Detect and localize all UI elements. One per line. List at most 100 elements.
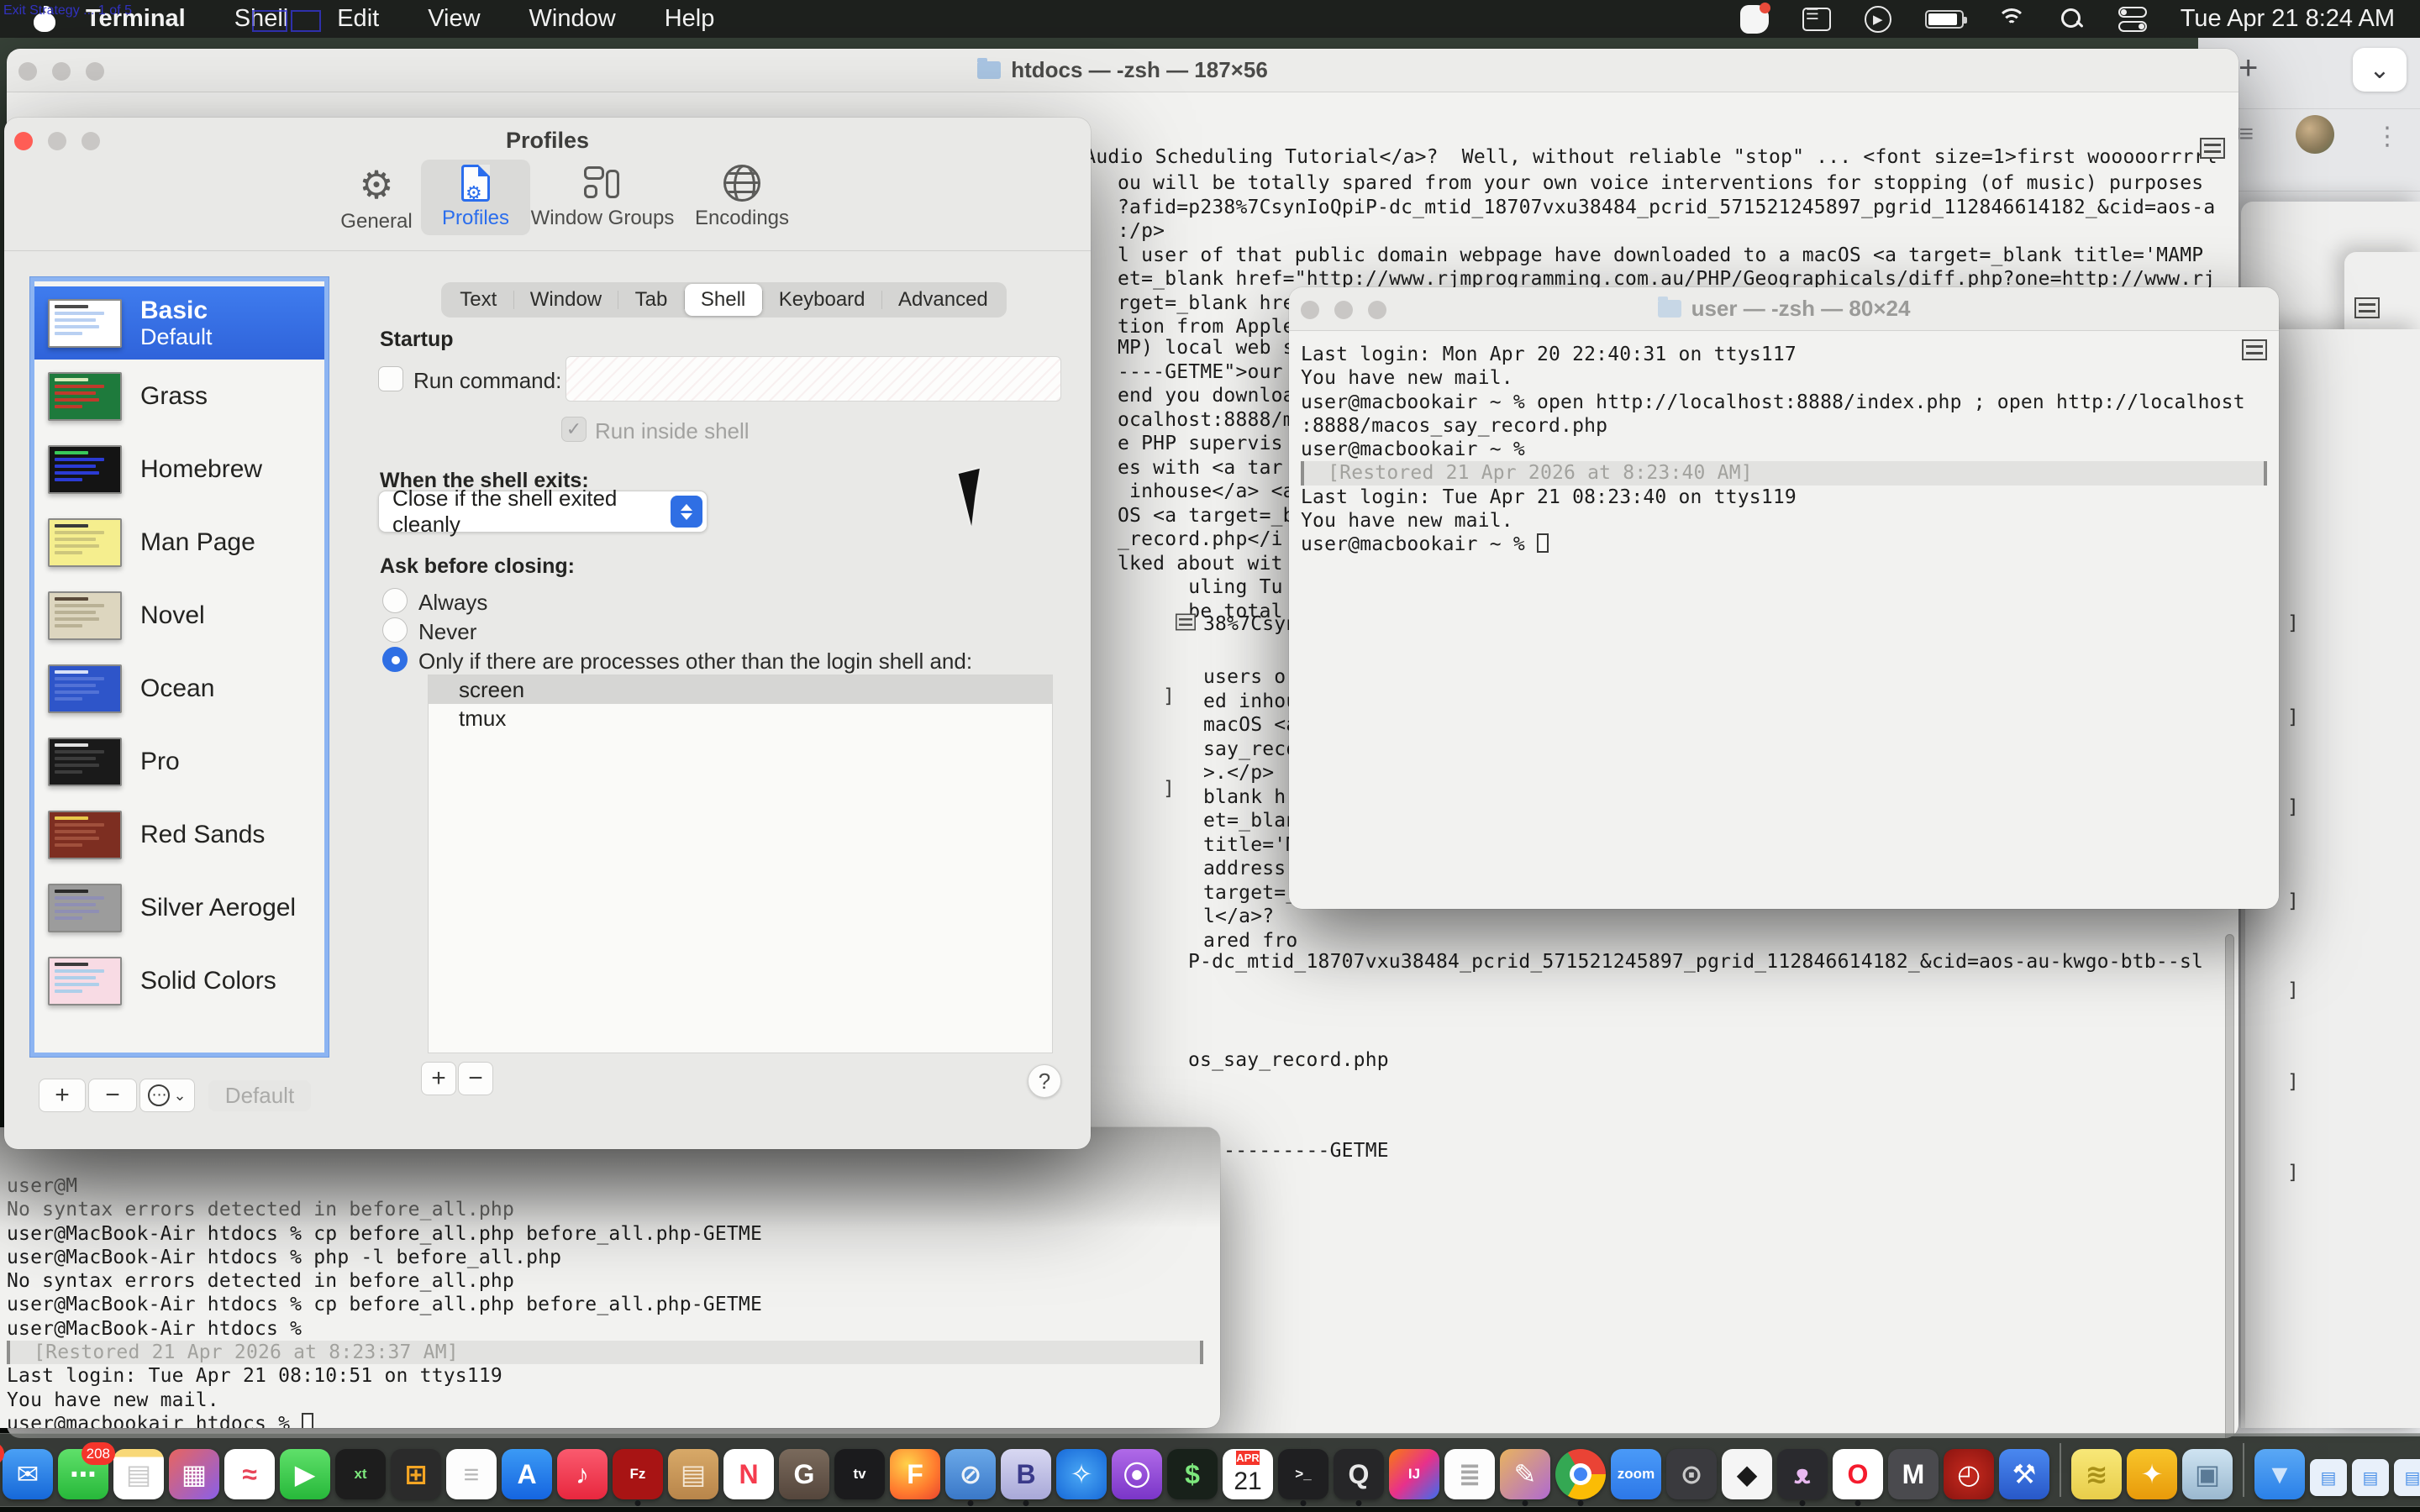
radio-always[interactable]	[382, 588, 408, 613]
dock-item-bbedit[interactable]: B	[1001, 1449, 1051, 1499]
tab-tab[interactable]: Tab	[618, 284, 683, 316]
avatar[interactable]	[2296, 115, 2334, 154]
chevron-down-button[interactable]: ⌄	[2353, 48, 2407, 92]
profile-row-novel[interactable]: Novel	[34, 579, 324, 652]
window-list-icon[interactable]	[1802, 8, 1831, 31]
dock-item-stickies[interactable]: ≋	[2071, 1449, 2122, 1499]
close-button[interactable]	[18, 62, 37, 81]
toolbar-item-encodings[interactable]: Encodings	[679, 160, 805, 235]
zoom-button[interactable]	[86, 62, 104, 81]
menu-item-help[interactable]: Help	[665, 5, 715, 33]
tab-window[interactable]: Window	[514, 284, 618, 316]
dock-item-facetime[interactable]: ▶	[280, 1449, 330, 1499]
toolbar-item-profiles[interactable]: Profiles	[421, 160, 530, 235]
remove-process-button[interactable]: −	[458, 1062, 493, 1095]
minimize-button[interactable]	[52, 62, 71, 81]
dock-item-photos-widget[interactable]: ▣	[2182, 1449, 2233, 1499]
menu-item-view[interactable]: View	[428, 5, 480, 33]
window-controls[interactable]	[18, 62, 104, 81]
dock-item-downloads-folder[interactable]: ▼	[2254, 1449, 2305, 1499]
default-button[interactable]: Default	[208, 1080, 311, 1111]
remove-profile-button[interactable]: −	[88, 1079, 137, 1112]
close-button[interactable]	[1301, 301, 1319, 319]
dock-item-appletv[interactable]: tv	[834, 1449, 885, 1499]
dock-item-mail[interactable]: ✉	[3, 1449, 53, 1499]
radio-only[interactable]	[382, 647, 408, 672]
dock-item-settings-dark[interactable]: ⊙	[1666, 1449, 1717, 1499]
dock-item-intellij[interactable]: IJ	[1389, 1449, 1439, 1499]
dock-item-books[interactable]: ▤	[668, 1449, 718, 1499]
dock-item-music[interactable]: ♪	[557, 1449, 608, 1499]
dock-item-inkscape[interactable]: ◆	[1722, 1449, 1772, 1499]
dock-item-podcasts[interactable]: ⦿	[1112, 1449, 1162, 1499]
dock-item-filezilla[interactable]: Fz	[613, 1449, 663, 1499]
dock-item-zoom[interactable]: zoom	[1611, 1449, 1661, 1499]
dock-item-lightbulb[interactable]: ✦	[2127, 1449, 2177, 1499]
mamp-icon[interactable]	[1740, 5, 1769, 34]
profile-row-grass[interactable]: Grass	[34, 360, 324, 433]
dock-item-calculator[interactable]: ⊞	[391, 1449, 441, 1499]
dock-item-news[interactable]: N	[723, 1449, 774, 1499]
dock-item-xterm-green[interactable]: $	[1167, 1449, 1218, 1499]
menu-item-window[interactable]: Window	[529, 5, 616, 33]
profile-row-ocean[interactable]: Ocean	[34, 652, 324, 725]
profile-row-silver-aerogel[interactable]: Silver Aerogel	[34, 871, 324, 944]
play-icon[interactable]: ▶	[1865, 6, 1891, 33]
profile-row-solid-colors[interactable]: Solid Colors	[34, 944, 324, 1017]
profile-row-man-page[interactable]: Man Page	[34, 506, 324, 579]
dock-item-firefox[interactable]: F	[890, 1449, 940, 1499]
dock-item-blocked-app[interactable]: ⊘	[945, 1449, 996, 1499]
vertical-scrollbar[interactable]	[2225, 934, 2234, 1438]
dock-item-calendar[interactable]: APR21	[1223, 1449, 1273, 1499]
search-icon[interactable]	[2060, 7, 2085, 32]
dock-item-appstore[interactable]: A	[502, 1449, 552, 1499]
tab-text[interactable]: Text	[444, 284, 513, 316]
dock-item-krita[interactable]: ✎	[1500, 1449, 1550, 1499]
window-controls[interactable]	[1301, 301, 1386, 319]
new-tab-plus-icon[interactable]: +	[2238, 50, 2258, 87]
battery-icon[interactable]	[1925, 10, 1964, 29]
dock-item-textedit[interactable]: ≡	[446, 1449, 497, 1499]
shell-exit-popup[interactable]: Close if the shell exited cleanly	[378, 491, 708, 533]
zoom-button[interactable]	[1368, 301, 1386, 319]
dock-item-chrome[interactable]	[1555, 1449, 1606, 1499]
process-list[interactable]: screentmux	[428, 675, 1053, 1053]
minimize-button[interactable]	[1334, 301, 1353, 319]
dock-item-xterm[interactable]: xt	[335, 1449, 386, 1499]
more-options-icon[interactable]: ⋮	[2375, 122, 2402, 151]
run-inside-shell-checkbox[interactable]: ✓	[561, 417, 587, 442]
wifi-icon[interactable]	[1997, 8, 2026, 30]
dock-item-mini-window-2[interactable]: ▤	[2352, 1459, 2389, 1496]
dock-item-mini-window-3[interactable]: ▤	[2394, 1459, 2420, 1496]
add-profile-button[interactable]: +	[39, 1079, 86, 1112]
run-command-checkbox[interactable]	[378, 366, 403, 391]
user-titlebar[interactable]: user — -zsh — 80×24	[1289, 287, 2279, 331]
add-process-button[interactable]: +	[421, 1062, 456, 1095]
dock-item-gimp[interactable]: G	[779, 1449, 829, 1499]
dock-item-launchpad[interactable]: ▦	[169, 1449, 219, 1499]
dock-item-mini-window-1[interactable]: ▤	[2310, 1459, 2347, 1496]
toolbar-item-window-groups[interactable]: Window Groups	[527, 160, 678, 235]
dock-item-fitness[interactable]: ≈	[224, 1449, 275, 1499]
help-button[interactable]: ?	[1028, 1064, 1061, 1098]
tab-keyboard[interactable]: Keyboard	[763, 284, 881, 316]
process-row-tmux[interactable]: tmux	[429, 704, 1052, 732]
dock-item-molar[interactable]: M	[1888, 1449, 1939, 1499]
dock-item-messages[interactable]: ⋯208	[58, 1449, 108, 1499]
radio-never[interactable]	[382, 617, 408, 643]
htdocs-titlebar[interactable]: htdocs — -zsh — 187×56	[7, 49, 2238, 92]
dock-item-safari[interactable]: ✧	[1056, 1449, 1107, 1499]
dock-item-speedtest[interactable]: ◴	[1944, 1449, 1994, 1499]
dock-item-terminal[interactable]: >_	[1278, 1449, 1328, 1499]
profile-row-red-sands[interactable]: Red Sands	[34, 798, 324, 871]
tab-shell[interactable]: Shell	[685, 284, 762, 316]
toolbar-item-general[interactable]: ⚙General	[326, 160, 427, 239]
more-actions-button[interactable]: ⋯⌄	[139, 1079, 195, 1112]
dock-item-libreoffice[interactable]: ≣	[1444, 1449, 1495, 1499]
profile-row-homebrew[interactable]: Homebrew	[34, 433, 324, 506]
menu-clock[interactable]: Tue Apr 21 8:24 AM	[2181, 5, 2395, 33]
dock-item-notes[interactable]: ▤	[113, 1449, 164, 1499]
menu-item-edit[interactable]: Edit	[337, 5, 379, 33]
dock-item-quicktime[interactable]: Q	[1334, 1449, 1384, 1499]
dock-item-opera[interactable]: O	[1833, 1449, 1883, 1499]
